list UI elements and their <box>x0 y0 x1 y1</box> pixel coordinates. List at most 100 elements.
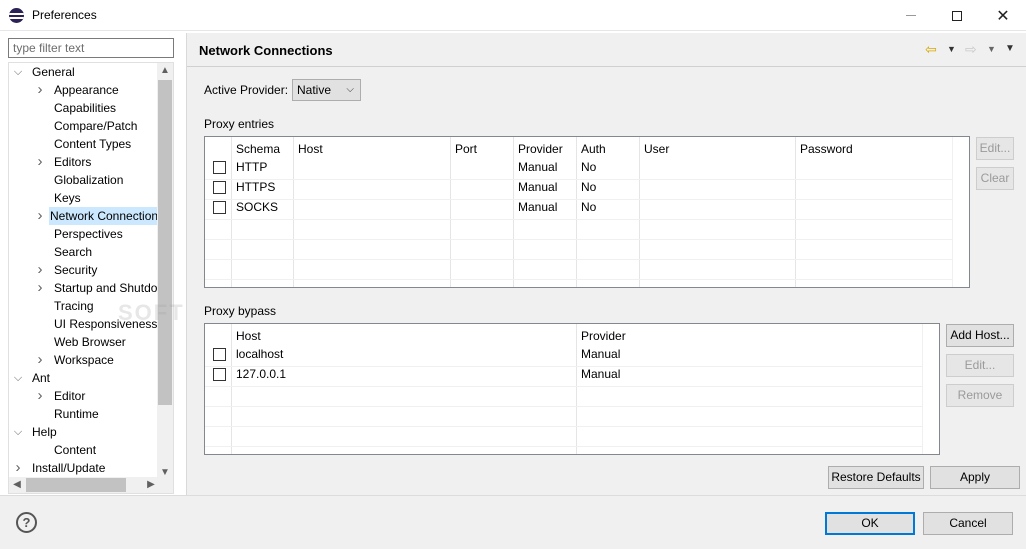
tree-item-help[interactable]: ⌵ Help <box>9 423 159 441</box>
tree-item-network-connections[interactable]: › Network Connections <box>38 207 159 225</box>
proxy-entry-row[interactable]: HTTPS Manual No <box>205 177 953 197</box>
column-header-provider[interactable]: Provider <box>513 139 576 159</box>
tree-item-content[interactable]: Content <box>9 441 159 459</box>
tree-horizontal-scrollbar[interactable]: ◀ ▶ <box>9 477 159 493</box>
apply-button[interactable]: Apply <box>930 466 1020 489</box>
add-host-button[interactable]: Add Host... <box>946 324 1014 347</box>
page-title: Network Connections <box>199 43 333 58</box>
tree-item-compare-patch[interactable]: Compare/Patch <box>9 117 159 135</box>
proxy-bypass-row[interactable]: localhost Manual <box>205 344 923 364</box>
cancel-button[interactable]: Cancel <box>923 512 1013 535</box>
clear-entry-button[interactable]: Clear <box>976 167 1014 190</box>
column-header-host[interactable]: Host <box>231 326 576 346</box>
filter-input[interactable] <box>8 38 174 58</box>
view-menu-icon[interactable]: ▼ <box>1005 40 1015 58</box>
tree-item-runtime[interactable]: Runtime <box>9 405 159 423</box>
column-header-schema[interactable]: Schema <box>231 139 293 159</box>
tree-item-keys[interactable]: Keys <box>9 189 159 207</box>
edit-entry-button[interactable]: Edit... <box>976 137 1014 160</box>
tree-item-label: Network Connections <box>50 209 159 223</box>
tree-item-label: General <box>32 65 75 79</box>
tree-item-editors[interactable]: › Editors <box>9 153 159 171</box>
proxy-bypass-row[interactable]: 127.0.0.1 Manual <box>205 364 923 384</box>
row-checkbox[interactable] <box>213 368 226 381</box>
chevron-right-icon[interactable]: › <box>35 207 45 225</box>
chevron-right-icon[interactable]: › <box>35 351 45 369</box>
tree-item-security[interactable]: › Security <box>9 261 159 279</box>
chevron-right-icon[interactable]: › <box>13 459 23 477</box>
tree-item-label: Capabilities <box>54 101 117 115</box>
tree-item-startup-and-shutdown[interactable]: › Startup and Shutdown <box>9 279 160 297</box>
proxy-entry-row[interactable]: HTTP Manual No <box>205 157 953 177</box>
column-header-port[interactable]: Port <box>450 139 513 159</box>
cell-user <box>639 157 795 177</box>
tree-item-globalization[interactable]: Globalization <box>9 171 159 189</box>
proxy-entries-label: Proxy entries <box>204 117 275 131</box>
proxy-entry-row[interactable]: SOCKS Manual No <box>205 197 953 217</box>
row-checkbox[interactable] <box>213 201 226 214</box>
chevron-down-icon[interactable]: ⌵ <box>13 63 23 81</box>
chevron-right-icon[interactable]: › <box>35 261 45 279</box>
tree-item-capabilities[interactable]: Capabilities <box>9 99 159 117</box>
column-header-host[interactable]: Host <box>293 139 450 159</box>
close-button[interactable]: ✕ <box>980 0 1026 31</box>
restore-defaults-button[interactable]: Restore Defaults <box>828 466 924 489</box>
tree-item-install-update[interactable]: › Install/Update <box>9 459 159 477</box>
cell-host: localhost <box>236 347 284 361</box>
cell-provider: Manual <box>518 180 558 194</box>
tree-item-label: Runtime <box>54 407 99 421</box>
tree-item-editor[interactable]: › Editor <box>9 387 159 405</box>
forward-dropdown-icon[interactable]: ▼ <box>987 40 996 58</box>
cell-provider: Manual <box>518 160 558 174</box>
chevron-right-icon[interactable]: › <box>35 279 45 297</box>
chevron-down-icon: ⌵ <box>346 84 354 95</box>
row-checkbox[interactable] <box>213 181 226 194</box>
chevron-right-icon[interactable]: › <box>35 81 45 99</box>
tree-item-perspectives[interactable]: Perspectives <box>9 225 159 243</box>
chevron-right-icon[interactable]: › <box>35 153 45 171</box>
forward-arrow-icon[interactable]: ⇨ <box>965 40 977 58</box>
column-header-user[interactable]: User <box>639 139 795 159</box>
tree-item-content-types[interactable]: Content Types <box>9 135 159 153</box>
page-header: Network Connections ⇦ ▼ ⇨ ▼ ▼ <box>187 33 1026 67</box>
column-header-password[interactable]: Password <box>795 139 953 159</box>
cell-host <box>293 157 450 177</box>
cell-host <box>293 197 450 217</box>
table-scrollbar[interactable] <box>922 324 939 454</box>
window-title: Preferences <box>32 8 97 22</box>
maximize-button[interactable] <box>934 0 980 31</box>
chevron-right-icon[interactable]: › <box>35 387 45 405</box>
active-provider-select[interactable]: Native ⌵ <box>292 79 361 101</box>
back-dropdown-icon[interactable]: ▼ <box>947 40 956 58</box>
scroll-up-icon[interactable]: ▲ <box>157 63 173 79</box>
back-arrow-icon[interactable]: ⇦ <box>925 40 937 58</box>
tree-item-web-browser[interactable]: Web Browser <box>9 333 159 351</box>
tree-item-ant[interactable]: ⌵ Ant <box>9 369 159 387</box>
cell-auth: No <box>581 160 597 174</box>
eclipse-icon <box>9 8 24 23</box>
tree-item-general[interactable]: ⌵ General <box>9 63 159 81</box>
remove-bypass-button[interactable]: Remove <box>946 384 1014 407</box>
tree-vertical-scrollbar[interactable]: ▲ ▼ <box>157 63 173 481</box>
proxy-entries-table[interactable]: Schema Host Port Provider Auth User Password HT… <box>204 136 970 288</box>
chevron-down-icon[interactable]: ⌵ <box>13 423 23 441</box>
tree-item-workspace[interactable]: › Workspace <box>9 351 159 369</box>
chevron-down-icon[interactable]: ⌵ <box>13 369 23 387</box>
column-header-auth[interactable]: Auth <box>576 139 639 159</box>
scroll-left-icon[interactable]: ◀ <box>9 477 25 493</box>
ok-button[interactable]: OK <box>825 512 915 535</box>
tree-item-appearance[interactable]: › Appearance <box>9 81 159 99</box>
tree-item-label: Search <box>54 245 93 259</box>
row-checkbox[interactable] <box>213 161 226 174</box>
edit-bypass-button[interactable]: Edit... <box>946 354 1014 377</box>
proxy-bypass-table[interactable]: Host Provider localhost Manual 127.0.0.1 Manu… <box>204 323 940 455</box>
table-scrollbar[interactable] <box>952 137 969 287</box>
row-checkbox[interactable] <box>213 348 226 361</box>
column-header-provider[interactable]: Provider <box>576 326 923 346</box>
minimize-button[interactable] <box>888 0 934 31</box>
help-icon[interactable]: ? <box>16 512 37 533</box>
tree-item-search[interactable]: Search <box>9 243 159 261</box>
scroll-thumb[interactable] <box>26 478 126 492</box>
tree-item-label: Security <box>54 263 98 277</box>
scroll-thumb[interactable] <box>158 80 172 405</box>
